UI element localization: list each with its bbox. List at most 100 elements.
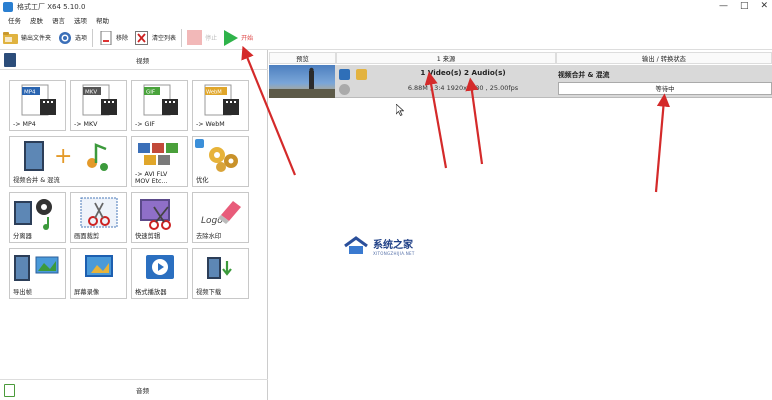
screen-record-icon (85, 255, 113, 277)
options-gear-icon (57, 30, 72, 45)
output-folder-button[interactable]: 输出文件夹 (0, 27, 54, 49)
tile-label: 屏幕录像 (74, 289, 100, 296)
remove-label: 移除 (116, 35, 129, 42)
svg-text:GIF: GIF (146, 90, 155, 96)
toolbar-divider (181, 28, 183, 47)
video-thumbnail (269, 65, 335, 98)
eraser-icon: Logo (201, 201, 241, 226)
column-header-source[interactable]: 1 来源 (336, 52, 556, 64)
folder-icon (3, 30, 18, 45)
stop-button[interactable]: 停止 (184, 27, 220, 49)
house-logo-icon (344, 236, 368, 254)
tile-crop[interactable]: 画面裁剪 (70, 192, 127, 243)
svg-text:WebM: WebM (206, 90, 222, 96)
menu-item-skin[interactable]: 皮肤 (30, 15, 43, 25)
clear-x-icon (134, 30, 149, 45)
tile-label: -> AVI FLV MOV Etc... (135, 171, 168, 185)
title-bar: 格式工厂 X64 5.10.0 — □ ✕ (0, 0, 772, 14)
info-icon[interactable] (339, 69, 350, 80)
tile-export-frames[interactable]: 导出帧 (9, 248, 66, 299)
menu-bar: 任务 皮肤 语言 选项 帮助 (0, 14, 772, 26)
audio-category-label: 音频 (136, 387, 149, 395)
tile-to-gif[interactable]: GIF -> GIF (131, 80, 188, 131)
source-title: 1 Video(s) 2 Audio(s) (420, 68, 506, 77)
merge-icon: + (24, 141, 108, 171)
tile-to-mkv[interactable]: MKV -> MKV (70, 80, 127, 131)
svg-text:MP4: MP4 (24, 90, 36, 96)
video-category-header[interactable]: 视频 (0, 50, 268, 70)
crop-scissors-icon (80, 197, 118, 228)
options-label: 选项 (75, 35, 88, 42)
tile-screen-record[interactable]: 屏幕录像 (70, 248, 127, 299)
svg-text:+: + (54, 144, 72, 169)
toolbar-divider (92, 28, 94, 47)
menu-item-task[interactable]: 任务 (8, 15, 21, 25)
output-folder-label: 输出文件夹 (21, 35, 52, 42)
svg-text:MKV: MKV (85, 90, 97, 96)
mkv-file-icon: MKV (82, 84, 117, 116)
tile-to-avi-flv-mov[interactable]: -> AVI FLV MOV Etc... (131, 136, 188, 187)
watermark: 系统之家 XITONGZHIJIA.NET (343, 236, 415, 256)
table-row[interactable]: 1 Video(s) 2 Audio(s) 6.88M , 3:4 1920x1… (269, 65, 772, 98)
formats-icon (138, 143, 178, 165)
column-header-output[interactable]: 输出 / 转换状态 (556, 52, 772, 64)
clear-list-button[interactable]: 清空列表 (131, 27, 179, 49)
watermark-name: 系统之家 (373, 240, 413, 251)
mouse-cursor-icon (396, 104, 404, 116)
splitter-icon (14, 199, 52, 230)
play-icon (223, 29, 239, 46)
tile-label: -> MP4 (13, 121, 36, 128)
watermark-url: XITONGZHIJIA.NET (373, 251, 415, 256)
settings-icon[interactable] (339, 84, 350, 95)
output-title: 视频合并 & 混流 (558, 71, 610, 79)
tile-to-mp4[interactable]: MP4 -> MP4 (9, 80, 66, 131)
tile-remove-watermark[interactable]: Logo 去除水印 (192, 192, 249, 243)
menu-item-options[interactable]: 选项 (74, 15, 87, 25)
mp4-file-icon: MP4 (21, 84, 56, 116)
tile-label: -> WebM (196, 121, 225, 128)
export-frames-icon (14, 255, 59, 281)
tile-quick-cut[interactable]: 快速剪辑 (131, 192, 188, 243)
tile-video-download[interactable]: 视频下载 (192, 248, 249, 299)
tile-optimize[interactable]: 优化 (192, 136, 249, 187)
stop-icon (187, 30, 203, 45)
tile-label: 分离器 (13, 233, 32, 240)
tile-to-webm[interactable]: WebM -> WebM (192, 80, 249, 131)
tile-label: 导出帧 (13, 289, 32, 296)
window-title: 格式工厂 X64 5.10.0 (17, 3, 86, 11)
optimize-gears-icon (195, 139, 238, 172)
clear-list-label: 清空列表 (152, 35, 177, 42)
close-button[interactable]: ✕ (760, 1, 768, 11)
tile-label: 格式播放器 (135, 289, 167, 296)
function-panel: 视频 MP4 -> MP4 MKV -> MKV GIF -> GIF WebM… (0, 50, 268, 400)
webm-file-icon: WebM (204, 84, 239, 116)
tile-video-merge[interactable]: + 视频合并 & 混流 (9, 136, 127, 187)
audio-category-header[interactable]: 音频 (0, 379, 268, 400)
quick-cut-icon (140, 199, 171, 230)
status-badge: 等待中 (558, 82, 772, 95)
tile-splitter[interactable]: 分离器 (9, 192, 66, 243)
minimize-button[interactable]: — (719, 1, 728, 11)
start-label: 开始 (241, 35, 254, 42)
tile-label: 优化 (196, 177, 209, 184)
source-info: 6.88M , 3:4 1920x1080 , 25.00fps (407, 84, 519, 92)
start-button[interactable]: 开始 (220, 27, 256, 49)
video-category-label: 视频 (136, 56, 149, 65)
toolbar: 输出文件夹 选项 移除 清空列表 停止 开始 (0, 26, 772, 50)
column-header-preview[interactable]: 预览 (269, 52, 336, 64)
tile-label: -> MKV (74, 121, 98, 128)
menu-item-language[interactable]: 语言 (52, 15, 65, 25)
player-icon (146, 255, 174, 279)
maximize-button[interactable]: □ (740, 1, 749, 11)
tile-label: 视频合并 & 混流 (13, 177, 60, 184)
stop-label: 停止 (205, 35, 218, 42)
remove-button[interactable]: 移除 (95, 27, 131, 49)
video-tools-grid: MP4 -> MP4 MKV -> MKV GIF -> GIF WebM ->… (9, 80, 249, 299)
tile-label: 画面裁剪 (74, 233, 100, 240)
menu-item-help[interactable]: 帮助 (96, 15, 109, 25)
tile-format-player[interactable]: 格式播放器 (131, 248, 188, 299)
options-button[interactable]: 选项 (54, 27, 90, 49)
tile-label: 去除水印 (196, 233, 222, 240)
download-icon (207, 257, 232, 279)
tile-label: 快速剪辑 (135, 233, 161, 240)
